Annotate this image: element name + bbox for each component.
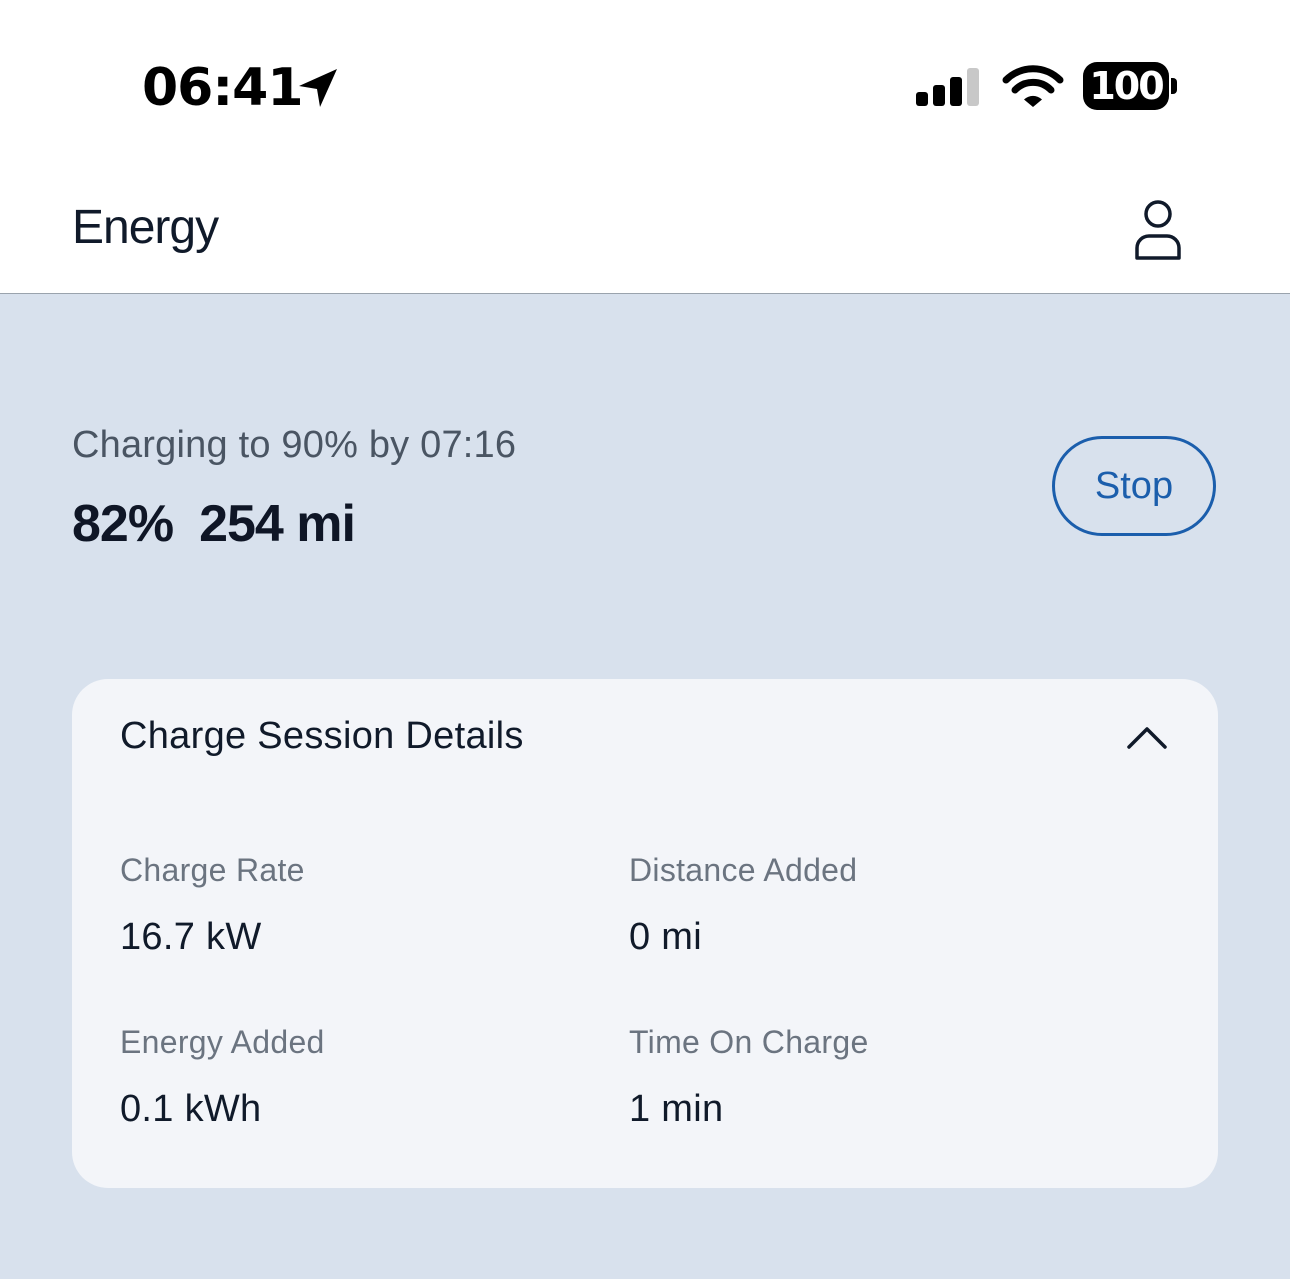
battery-tip — [1171, 78, 1177, 94]
status-time: 06:41 — [142, 58, 304, 118]
profile-button[interactable] — [1128, 198, 1188, 262]
detail-label: Time On Charge — [629, 1024, 869, 1060]
detail-label: Distance Added — [629, 852, 858, 888]
battery-indicator: 100 — [1083, 62, 1179, 112]
detail-label: Energy Added — [120, 1024, 325, 1060]
charge-summary: 82% 254 mi — [72, 492, 356, 556]
detail-energy-added: Energy Added 0.1 kWh — [120, 1021, 580, 1133]
detail-value: 0 mi — [629, 916, 702, 958]
location-arrow-icon — [299, 69, 337, 107]
app-header: Energy — [0, 170, 1290, 294]
detail-value: 1 min — [629, 1088, 724, 1130]
person-icon — [1135, 200, 1181, 260]
range-miles: 254 mi — [199, 495, 356, 553]
detail-time-on-charge: Time On Charge 1 min — [629, 1021, 1089, 1133]
detail-value: 0.1 kWh — [120, 1088, 262, 1130]
battery-percent: 82% — [72, 495, 174, 553]
charge-session-details-toggle[interactable]: Charge Session Details — [72, 679, 1218, 799]
stop-charging-button[interactable]: Stop — [1052, 436, 1216, 536]
detail-charge-rate: Charge Rate 16.7 kW — [120, 849, 580, 961]
card-title: Charge Session Details — [120, 715, 524, 757]
detail-value: 16.7 kW — [120, 916, 262, 958]
chevron-up-icon — [1127, 727, 1167, 749]
status-bar: 06:41 100 — [0, 0, 1290, 170]
detail-distance-added: Distance Added 0 mi — [629, 849, 1089, 961]
detail-label: Charge Rate — [120, 852, 305, 888]
battery-level: 100 — [1089, 64, 1164, 108]
charging-status-text: Charging to 90% by 07:16 — [72, 424, 517, 466]
cellular-signal-icon — [916, 68, 979, 106]
page-title: Energy — [72, 201, 219, 254]
wifi-icon — [1002, 65, 1064, 107]
charge-session-details-card: Charge Session Details Charge Rate 16.7 … — [72, 679, 1218, 1188]
